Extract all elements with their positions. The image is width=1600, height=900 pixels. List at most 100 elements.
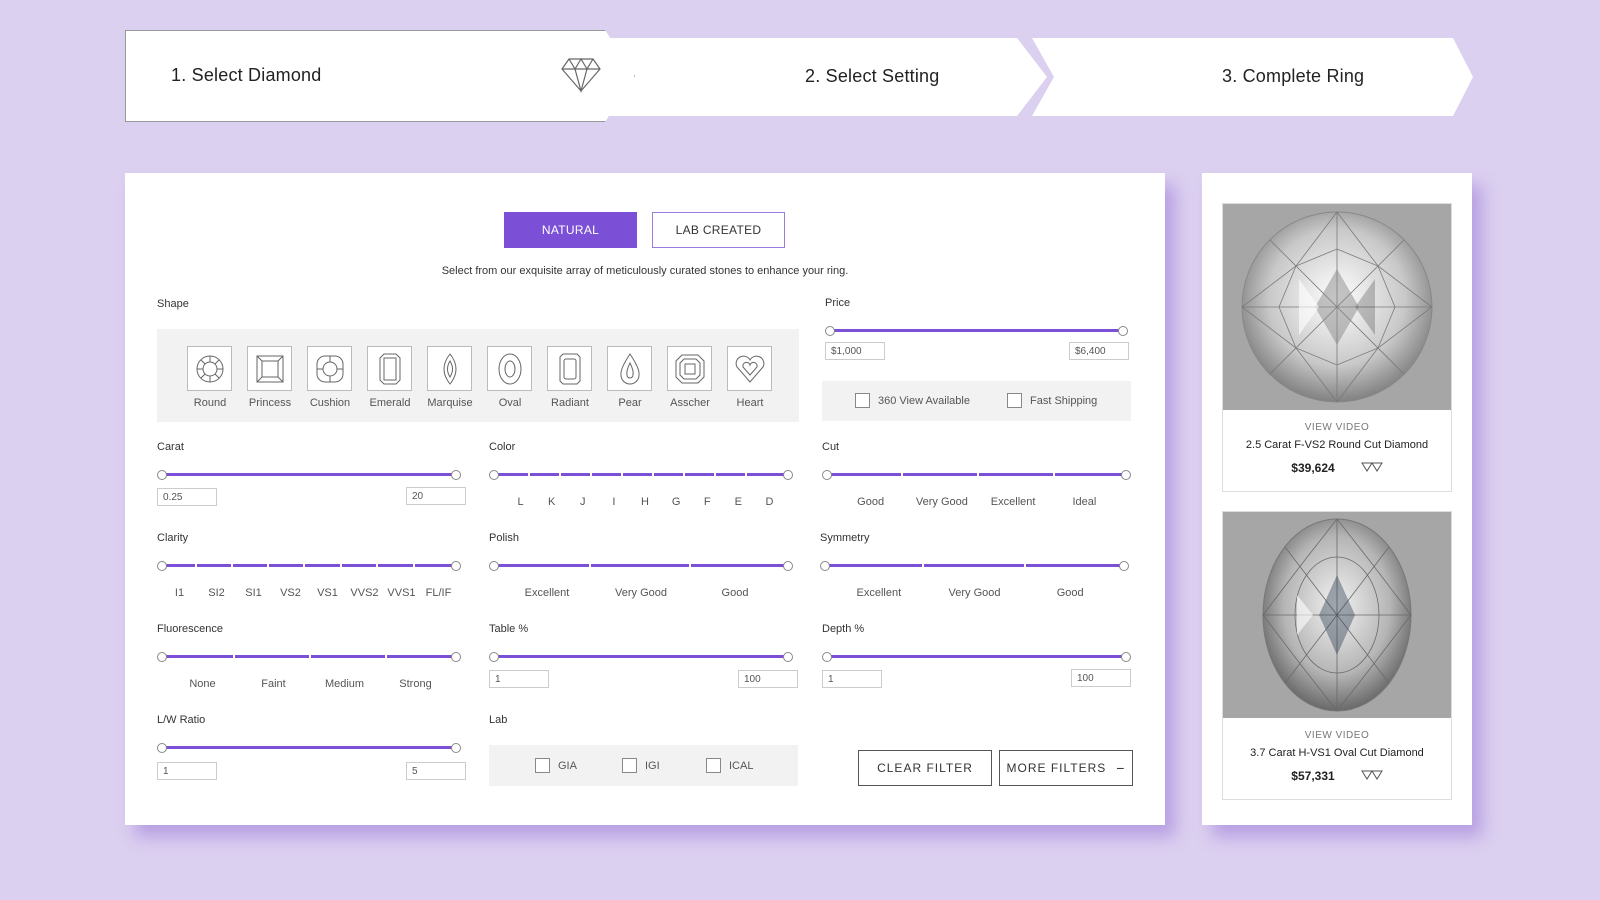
product-price: $57,331 — [1291, 769, 1335, 783]
pear-shape-icon — [619, 352, 640, 384]
product-name[interactable]: 3.7 Carat H-VS1 Oval Cut Diamond — [1223, 747, 1451, 759]
polish-slider[interactable] — [489, 561, 793, 571]
more-filters-button[interactable]: MORE FILTERS − — [999, 750, 1133, 786]
price-slider[interactable] — [825, 326, 1128, 336]
step-complete-ring[interactable]: 3. Complete Ring — [1032, 38, 1473, 116]
carat-min-input[interactable]: 0.25 — [157, 488, 217, 506]
depth-label: Depth % — [822, 623, 865, 635]
shape-cushion[interactable]: Cushion — [307, 346, 353, 409]
price-max-input[interactable]: $6,400 — [1069, 342, 1129, 360]
radiant-shape-icon — [559, 353, 580, 384]
fast-shipping-checkbox[interactable]: Fast Shipping — [1007, 393, 1097, 408]
price-min-input[interactable]: $1,000 — [825, 342, 885, 360]
shape-name: Princess — [248, 397, 292, 409]
options-box: 360 View Available Fast Shipping — [822, 381, 1131, 421]
lab-created-toggle[interactable]: LAB CREATED — [652, 212, 785, 248]
depth-min-input[interactable]: 1 — [822, 670, 882, 688]
depth-max-input[interactable]: 100 — [1071, 669, 1131, 687]
lw-ratio-slider[interactable] — [157, 743, 461, 753]
symmetry-ticks: Excellent Very Good Good — [856, 587, 1084, 599]
table-min-input[interactable]: 1 — [489, 670, 549, 688]
oval-shape-icon — [498, 353, 521, 384]
fluorescence-slider[interactable] — [157, 652, 461, 662]
step-label: 3. Complete Ring — [1222, 66, 1365, 86]
oval-diamond-image[interactable] — [1223, 512, 1451, 718]
lab-ical-checkbox[interactable]: ICAL — [706, 758, 753, 773]
intro-text: Select from our exquisite array of metic… — [441, 265, 849, 277]
price-min-handle[interactable] — [825, 326, 835, 336]
cut-label: Cut — [822, 441, 840, 453]
round-diamond-image[interactable] — [1223, 204, 1451, 410]
step-label: 2. Select Setting — [805, 66, 940, 86]
product-price: $39,624 — [1291, 461, 1335, 475]
table-slider[interactable] — [489, 652, 793, 662]
princess-shape-icon — [256, 355, 283, 382]
results-panel: VIEW VIDEO 2.5 Carat F-VS2 Round Cut Dia… — [1202, 173, 1472, 825]
heart-shape-icon — [735, 355, 764, 383]
lab-label: Lab — [489, 714, 508, 726]
view-video-link[interactable]: VIEW VIDEO — [1223, 730, 1451, 741]
diamond-ring-icon — [1528, 52, 1564, 107]
asscher-shape-icon — [675, 354, 704, 383]
lab-box: GIA IGI ICAL — [489, 745, 798, 786]
price-max-handle[interactable] — [1118, 326, 1128, 336]
fluorescence-ticks: None Faint Medium Strong — [189, 678, 432, 690]
lw-min-input[interactable]: 1 — [157, 762, 217, 780]
shape-oval[interactable]: Oval — [487, 346, 533, 409]
lw-max-input[interactable]: 5 — [406, 762, 466, 780]
compare-diamonds-icon[interactable] — [1360, 459, 1383, 477]
polish-ticks: Excellent Very Good Good — [524, 587, 749, 599]
product-card[interactable]: VIEW VIDEO 2.5 Carat F-VS2 Round Cut Dia… — [1222, 203, 1452, 492]
shape-name: Asscher — [670, 397, 710, 409]
shape-princess[interactable]: Princess — [247, 346, 293, 409]
shape-name: Pear — [618, 397, 642, 409]
marquise-shape-icon — [443, 352, 456, 385]
table-max-input[interactable]: 100 — [738, 670, 798, 688]
cut-ticks: Good Very Good Excellent Ideal — [857, 496, 1097, 508]
view-video-link[interactable]: VIEW VIDEO — [1223, 422, 1451, 433]
product-card[interactable]: VIEW VIDEO 3.7 Carat H-VS1 Oval Cut Diam… — [1222, 511, 1452, 800]
view360-checkbox[interactable]: 360 View Available — [855, 393, 970, 408]
shape-radiant[interactable]: Radiant — [547, 346, 593, 409]
shape-pear[interactable]: Pear — [607, 346, 653, 409]
color-ticks: LKJIHGFED — [517, 496, 774, 508]
round-shape-icon — [196, 355, 223, 382]
shape-name: Radiant — [551, 397, 589, 409]
shape-marquise[interactable]: Marquise — [427, 346, 473, 409]
filter-panel: NATURAL LAB CREATED Select from our exqu… — [125, 173, 1165, 825]
diamond-icon — [561, 57, 601, 98]
clear-filter-button[interactable]: CLEAR FILTER — [858, 750, 992, 786]
shape-name: Cushion — [309, 397, 351, 409]
minus-icon: − — [1116, 760, 1126, 776]
cut-slider[interactable] — [822, 470, 1131, 480]
natural-toggle[interactable]: NATURAL — [504, 212, 637, 248]
shape-name: Emerald — [369, 397, 411, 409]
step-select-setting[interactable]: 2. Select Setting — [607, 38, 1047, 116]
shape-name: Heart — [736, 397, 764, 409]
price-label: Price — [825, 297, 851, 309]
step-select-diamond[interactable]: 1. Select Diamond — [125, 30, 635, 122]
shape-emerald[interactable]: Emerald — [367, 346, 413, 409]
color-label: Color — [489, 441, 516, 453]
progress-steps: 1. Select Diamond 2. Select Setting 3. C… — [125, 30, 1473, 122]
shape-round[interactable]: Round — [187, 346, 233, 409]
symmetry-label: Symmetry — [820, 532, 870, 544]
clarity-slider[interactable] — [157, 561, 461, 571]
color-slider[interactable] — [489, 470, 793, 480]
lab-gia-checkbox[interactable]: GIA — [535, 758, 577, 773]
compare-diamonds-icon[interactable] — [1360, 767, 1383, 785]
emerald-shape-icon — [379, 353, 400, 384]
step-label: 1. Select Diamond — [171, 65, 322, 85]
depth-slider[interactable] — [822, 652, 1131, 662]
carat-label: Carat — [157, 441, 184, 453]
lw-ratio-label: L/W Ratio — [157, 714, 206, 726]
shape-asscher[interactable]: Asscher — [667, 346, 713, 409]
shape-heart[interactable]: Heart — [727, 346, 773, 409]
shape-name: Round — [193, 397, 227, 409]
carat-slider[interactable] — [157, 470, 461, 480]
lab-igi-checkbox[interactable]: IGI — [622, 758, 660, 773]
symmetry-slider[interactable] — [820, 561, 1129, 571]
clarity-ticks: I1 SI2 SI1 VS2 VS1 VVS2 VVS1 FL/IF — [174, 587, 452, 599]
product-name[interactable]: 2.5 Carat F-VS2 Round Cut Diamond — [1223, 439, 1451, 451]
carat-max-input[interactable]: 20 — [406, 487, 466, 505]
